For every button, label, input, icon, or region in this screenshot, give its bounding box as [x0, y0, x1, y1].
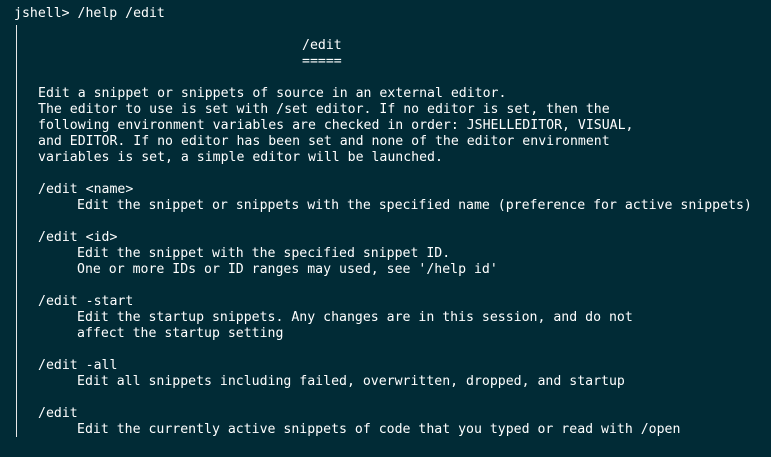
command-text: /help /edit [77, 6, 165, 21]
option-description: Edit the snippet with the specified snip… [77, 246, 451, 261]
option-description: Edit the currently active snippets of co… [77, 422, 681, 437]
left-gutter-bar [16, 25, 17, 437]
option-description: One or more IDs or ID ranges may used, s… [77, 262, 498, 277]
description-line: Edit a snippet or snippets of source in … [38, 86, 507, 101]
description-line: following environment variables are chec… [38, 118, 634, 133]
prompt: jshell> [14, 6, 70, 21]
option-form: /edit <name> [38, 182, 134, 197]
help-title-underline: ===== [302, 54, 342, 69]
prompt-line: jshell> /help /edit [14, 6, 165, 22]
description-line: and EDITOR. If no editor has been set an… [38, 134, 610, 149]
option-form: /edit <id> [38, 230, 118, 245]
option-description: Edit all snippets including failed, over… [77, 374, 625, 389]
help-title: /edit [302, 38, 342, 53]
option-form: /edit -start [38, 294, 134, 309]
description-line: variables is set, a simple editor will b… [38, 150, 443, 165]
option-description: Edit the startup snippets. Any changes a… [77, 310, 633, 325]
description-line: The editor to use is set with /set edito… [38, 102, 610, 117]
option-form: /edit -all [38, 358, 118, 373]
option-description: Edit the snippet or snippets with the sp… [77, 198, 752, 213]
option-form: /edit [38, 406, 78, 421]
terminal-window[interactable]: jshell> /help /edit /edit ===== Edit a s… [0, 0, 771, 457]
option-description: affect the startup setting [77, 326, 284, 341]
